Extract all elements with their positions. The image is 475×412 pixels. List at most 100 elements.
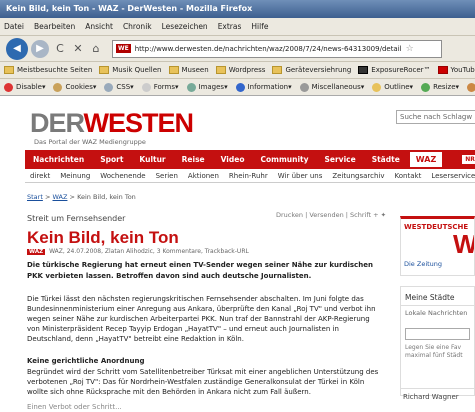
staedte-input[interactable]	[405, 328, 470, 340]
menu-extras[interactable]: Extras	[218, 22, 242, 31]
bookmark-item[interactable]: Museen	[168, 66, 209, 74]
subnav-wochenende[interactable]: Wochenende	[95, 172, 150, 180]
site-logo[interactable]: DERWESTEN	[30, 108, 194, 139]
bookmark-item[interactable]: YouTube -	[437, 66, 475, 74]
forward-icon: ▶	[36, 43, 44, 54]
article-paragraph: Die Türkei lässt den nächsten regierungs…	[27, 295, 376, 343]
info-icon	[235, 82, 245, 92]
nav-nachrichten[interactable]: Nachrichten	[25, 155, 92, 164]
youtube-icon	[437, 66, 448, 74]
subnav-meinung[interactable]: Meinung	[55, 172, 95, 180]
images-menu[interactable]: Images▾	[186, 82, 228, 92]
web-developer-toolbar: Disable▾ Cookies▾ CSS▾ Forms▾ Images▾ In…	[0, 79, 475, 96]
images-icon	[186, 82, 196, 92]
tab-nrz[interactable]: NRZ	[462, 155, 475, 164]
disable-icon	[4, 82, 13, 92]
tb-label: Outline▾	[384, 83, 414, 91]
bookmark-item[interactable]: Wordpress	[215, 66, 265, 74]
staedte-title: Meine Städte	[401, 287, 474, 306]
font-size-icon[interactable]: + ✦	[373, 211, 386, 219]
article-kicker: Streit um Fernsehsender	[27, 214, 126, 223]
menu-lesezeichen[interactable]: Lesezeichen	[162, 22, 208, 31]
outline-menu[interactable]: Outline▾	[372, 82, 414, 92]
bookmark-label: ExposureRocer™	[371, 66, 431, 74]
main-navigation: Nachrichten Sport Kultur Reise Video Com…	[25, 150, 475, 169]
nav-community[interactable]: Community	[252, 155, 316, 164]
meine-staedte-box: Meine Städte Lokale Nachrichten Legen Si…	[400, 286, 475, 396]
tb-label: Information▾	[247, 83, 292, 91]
forms-menu[interactable]: Forms▾	[141, 82, 179, 92]
tb-label: Cookies▾	[65, 83, 97, 91]
home-button[interactable]: ⌂	[88, 40, 104, 58]
miscellaneous-menu[interactable]: Miscellaneous▾	[299, 82, 364, 92]
information-menu[interactable]: Information▾	[235, 82, 292, 92]
bookmark-icon	[4, 66, 14, 74]
promo-link[interactable]: Die Zeitung	[401, 260, 474, 268]
back-button[interactable]: ◀	[6, 37, 28, 60]
exposure-icon	[358, 66, 369, 74]
breadcrumb-start[interactable]: Start	[27, 193, 43, 201]
window-titlebar: Kein Bild, kein Ton - WAZ - DerWesten - …	[0, 0, 475, 18]
forms-icon	[141, 82, 151, 92]
article-headline: Kein Bild, kein Ton	[27, 228, 179, 247]
resize-menu[interactable]: Resize▾	[421, 82, 460, 92]
bookmark-star-icon[interactable]: ☆	[406, 44, 414, 54]
bookmark-label: YouTube -	[450, 66, 475, 74]
menu-chronik[interactable]: Chronik	[123, 22, 152, 31]
tb-label: Disable▾	[16, 83, 46, 91]
staedte-hint: Legen Sie eine Fav maximal fünf Städt	[405, 344, 463, 359]
subnav-wir-ueber-uns[interactable]: Wir über uns	[273, 172, 328, 180]
nav-reise[interactable]: Reise	[174, 155, 213, 164]
folder-icon	[272, 66, 283, 74]
folder-icon	[215, 66, 226, 74]
cookie-icon	[53, 82, 63, 92]
cookies-menu[interactable]: Cookies▾	[53, 82, 97, 92]
subnav-serien[interactable]: Serien	[151, 172, 183, 180]
article-tools[interactable]: Drucken | Versenden | Schrift + ✦	[276, 211, 386, 219]
menu-datei[interactable]: Datei	[4, 22, 24, 31]
author-box[interactable]: Richard Wagner	[400, 388, 475, 408]
nav-video[interactable]: Video	[213, 155, 253, 164]
url-bar[interactable]: WE http://www.derwesten.de/nachrichten/w…	[112, 39, 442, 58]
tb-label: CSS▾	[116, 83, 134, 91]
forward-button[interactable]: ▶	[31, 39, 49, 58]
promo-logo: W	[401, 229, 474, 260]
bookmark-item[interactable]: Geräteversiehrung	[272, 66, 351, 74]
nav-sport[interactable]: Sport	[92, 155, 131, 164]
url-text: http://www.derwesten.de/nachrichten/waz/…	[134, 44, 402, 53]
site-search-input[interactable]: Suche nach Schlagw	[396, 110, 475, 124]
nav-staedte[interactable]: Städte	[364, 155, 408, 164]
breadcrumb-waz[interactable]: WAZ	[52, 193, 67, 201]
menu-hilfe[interactable]: Hilfe	[251, 22, 268, 31]
subnav-direkt[interactable]: direkt	[25, 172, 55, 180]
folder-icon	[168, 66, 179, 74]
subnav-zeitungsarchiv[interactable]: Zeitungsarchiv	[327, 172, 389, 180]
menu-bearbeiten[interactable]: Bearbeiten	[34, 22, 75, 31]
stop-button[interactable]: ✕	[70, 40, 86, 58]
site-tagline: Das Portal der WAZ Mediengruppe	[34, 138, 146, 146]
bookmark-item[interactable]: Musik Quellen	[99, 66, 162, 74]
disable-menu[interactable]: Disable▾	[4, 82, 46, 92]
subnav-kontakt[interactable]: Kontakt	[390, 172, 427, 180]
nav-service[interactable]: Service	[317, 155, 364, 164]
misc-icon	[299, 82, 309, 92]
subnav-aktionen[interactable]: Aktionen	[183, 172, 224, 180]
back-icon: ◀	[13, 43, 21, 54]
bookmark-item[interactable]: Meistbesuchte Seiten	[4, 66, 92, 74]
article-subheading: Keine gerichtliche Anordnung	[27, 357, 145, 365]
menu-ansicht[interactable]: Ansicht	[85, 22, 113, 31]
navigation-toolbar: ◀ ▶ C ✕ ⌂ WE http://www.derwesten.de/nac…	[0, 36, 475, 62]
bookmark-item[interactable]: ExposureRocer™	[358, 66, 431, 74]
nav-kultur[interactable]: Kultur	[131, 155, 173, 164]
page-content: DERWESTEN Das Portal der WAZ Mediengrupp…	[0, 96, 475, 412]
westdeutsche-promo[interactable]: WESTDEUTSCHE W Die Zeitung	[400, 216, 475, 276]
tb-label: Resize▾	[433, 83, 460, 91]
article-meta: WAZ WAZ, 24.07.2008, Zlatan Alihodzic, 3…	[27, 248, 249, 255]
outline-icon	[372, 82, 382, 92]
subnav-rhein-ruhr[interactable]: Rhein-Ruhr	[224, 172, 273, 180]
tools-menu[interactable]: T	[467, 82, 475, 92]
tab-waz[interactable]: WAZ	[409, 152, 443, 167]
css-menu[interactable]: CSS▾	[104, 82, 134, 92]
reload-button[interactable]: C	[52, 40, 68, 58]
subnav-leserservice[interactable]: Leserservice	[426, 172, 475, 180]
